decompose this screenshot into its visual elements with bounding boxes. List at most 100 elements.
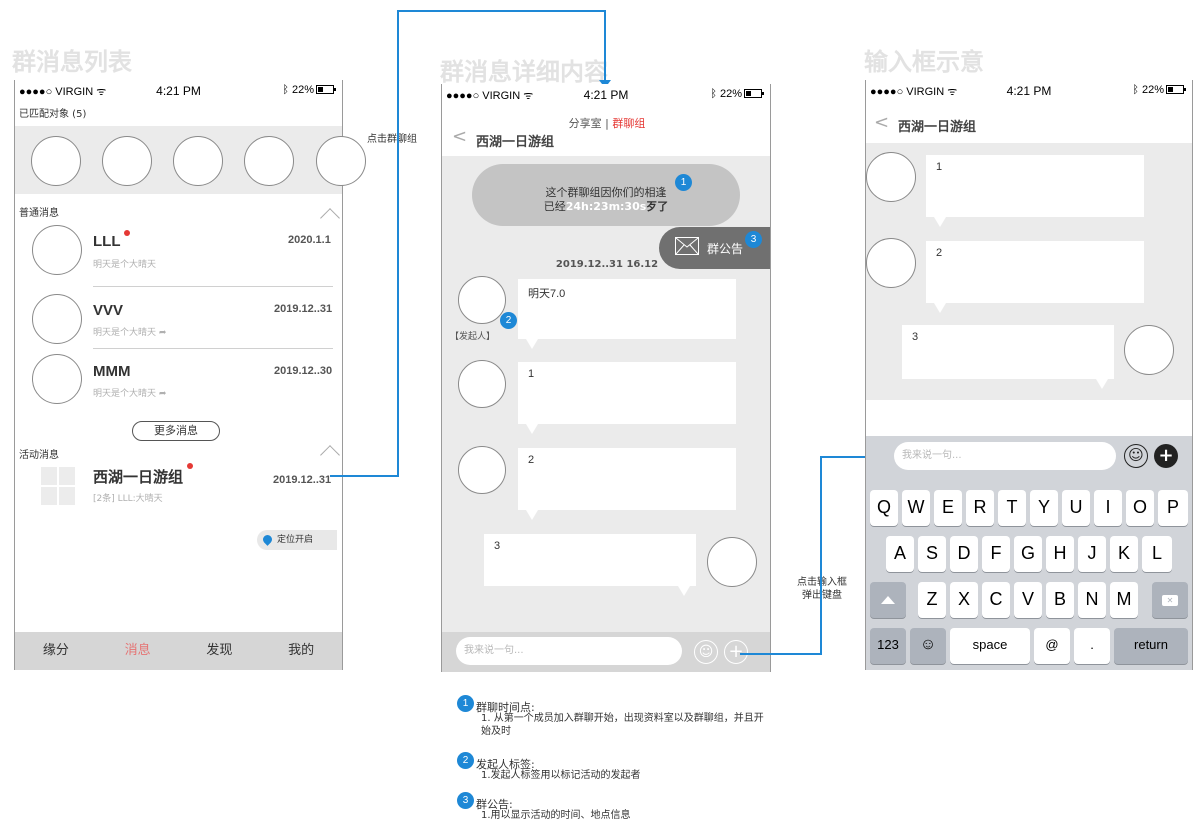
bubble-tail [934,303,946,313]
message-input[interactable]: 我来说一句... [894,442,1116,470]
tab-messages[interactable]: 消息 [97,632,179,670]
bubble-tail [526,339,538,349]
message-preview: 明天是个大晴天 [93,260,157,270]
emoji-key-icon[interactable]: ☺ [910,628,946,664]
group-avatar-grid-icon [41,467,75,505]
key-q[interactable]: Q [870,490,898,526]
key-j[interactable]: J [1078,536,1106,572]
return-key[interactable]: return [1114,628,1188,664]
key-h[interactable]: H [1046,536,1074,572]
status-bar: ●●●●○ VIRGIN ᯤ 4:21 PM ᛒ 22% [442,84,770,106]
connector-line [397,10,399,477]
unread-dot [124,230,130,236]
status-bar: ●●●●○ VIRGIN ᯤ 4:21 PM ᛒ 22% [15,80,342,102]
emoji-icon[interactable]: ☺ [694,640,718,664]
key-l[interactable]: L [1142,536,1172,572]
shift-key[interactable] [870,582,906,618]
back-arrow-icon[interactable]: < [452,126,467,147]
back-arrow-icon[interactable]: < [874,112,889,133]
avatar[interactable] [707,537,757,587]
key-b[interactable]: B [1046,582,1074,618]
envelope-icon [675,237,699,255]
key-k[interactable]: K [1110,536,1138,572]
battery-indicator: ᛒ 22% [710,88,764,100]
location-toggle-button[interactable]: 定位开启 [257,530,337,550]
key-a[interactable]: A [886,536,914,572]
list-section-title: 群消息列表 [12,48,132,76]
tap-group-annotation: 点击群聊组 [367,134,417,145]
collapse-chevron-icon[interactable] [320,208,340,228]
battery-icon [744,89,764,98]
avatar[interactable] [458,360,506,408]
key-c[interactable]: C [982,582,1010,618]
plus-icon[interactable]: + [1154,444,1178,468]
unread-dot [187,463,193,469]
group-timer-banner: 这个群聊组因你们的相逢 已经24h:23m:30s歹了 [472,164,740,226]
plus-icon[interactable]: + [724,640,748,664]
key-z[interactable]: Z [918,582,946,618]
key-s[interactable]: S [918,536,946,572]
emoji-icon[interactable]: ☺ [1124,444,1148,468]
matched-avatar[interactable] [102,136,152,186]
avatar[interactable] [866,152,916,202]
key-r[interactable]: R [966,490,994,526]
key-f[interactable]: F [982,536,1010,572]
message-preview: 明天是个大晴天 ➦ [93,328,167,338]
numbers-key[interactable]: 123 [870,628,906,664]
key-i[interactable]: I [1094,490,1122,526]
activity-messages-header: 活动消息 [19,450,59,461]
bubble-tail [526,510,538,520]
matched-avatar[interactable] [31,136,81,186]
dot-key[interactable]: . [1074,628,1110,664]
space-key[interactable]: space [950,628,1030,664]
connector-line [397,10,606,12]
avatar [32,294,82,344]
key-e[interactable]: E [934,490,962,526]
matched-avatar[interactable] [173,136,223,186]
key-g[interactable]: G [1014,536,1042,572]
tab-bar: 缘分 消息 发现 我的 [15,632,342,670]
note-body: 1.发起人标签用以标记活动的发起者 [481,770,641,781]
key-d[interactable]: D [950,536,978,572]
key-o[interactable]: O [1126,490,1154,526]
status-bar: ●●●●○ VIRGIN ᯤ 4:21 PM ᛒ 22% [866,80,1192,102]
avatar[interactable] [1124,325,1174,375]
key-m[interactable]: M [1110,582,1138,618]
bubble-tail [526,424,538,434]
key-n[interactable]: N [1078,582,1106,618]
at-key[interactable]: @ [1034,628,1070,664]
chat-bubble: 1 [926,155,1144,217]
bluetooth-icon: ᛒ [282,84,292,96]
key-p[interactable]: P [1158,490,1188,526]
matched-avatar[interactable] [316,136,366,186]
key-v[interactable]: V [1014,582,1042,618]
key-u[interactable]: U [1062,490,1090,526]
delete-key[interactable]: ✕ [1152,582,1188,618]
location-label: 定位开启 [277,535,314,545]
contact-name: MMM [93,363,131,380]
tab-me[interactable]: 我的 [260,632,342,670]
collapse-chevron-icon[interactable] [320,445,340,465]
divider [93,348,333,349]
phone-message-list: ●●●●○ VIRGIN ᯤ 4:21 PM ᛒ 22% 已匹配对象 (5) 普… [14,80,343,670]
matched-avatar[interactable] [244,136,294,186]
tab-group-chat[interactable]: 群聊组 [612,117,645,130]
key-w[interactable]: W [902,490,930,526]
tab-discover[interactable]: 发现 [179,632,261,670]
avatar[interactable] [458,446,506,494]
key-y[interactable]: Y [1030,490,1058,526]
chat-bubble: 明天7.0 [518,279,736,339]
chat-title: 西湖一日游组 [898,120,977,135]
contact-name: LLL [93,233,121,250]
key-x[interactable]: X [950,582,978,618]
connector-line [740,653,822,655]
avatar[interactable] [866,238,916,288]
location-pin-icon [261,533,274,546]
tab-fate[interactable]: 缘分 [15,632,97,670]
avatar[interactable] [458,276,506,324]
key-t[interactable]: T [998,490,1026,526]
forward-icon: ➦ [158,389,167,399]
message-input[interactable]: 我来说一句... [456,637,682,665]
tab-share-room[interactable]: 分享室 [569,117,602,130]
more-messages-button[interactable]: 更多消息 [132,421,220,441]
